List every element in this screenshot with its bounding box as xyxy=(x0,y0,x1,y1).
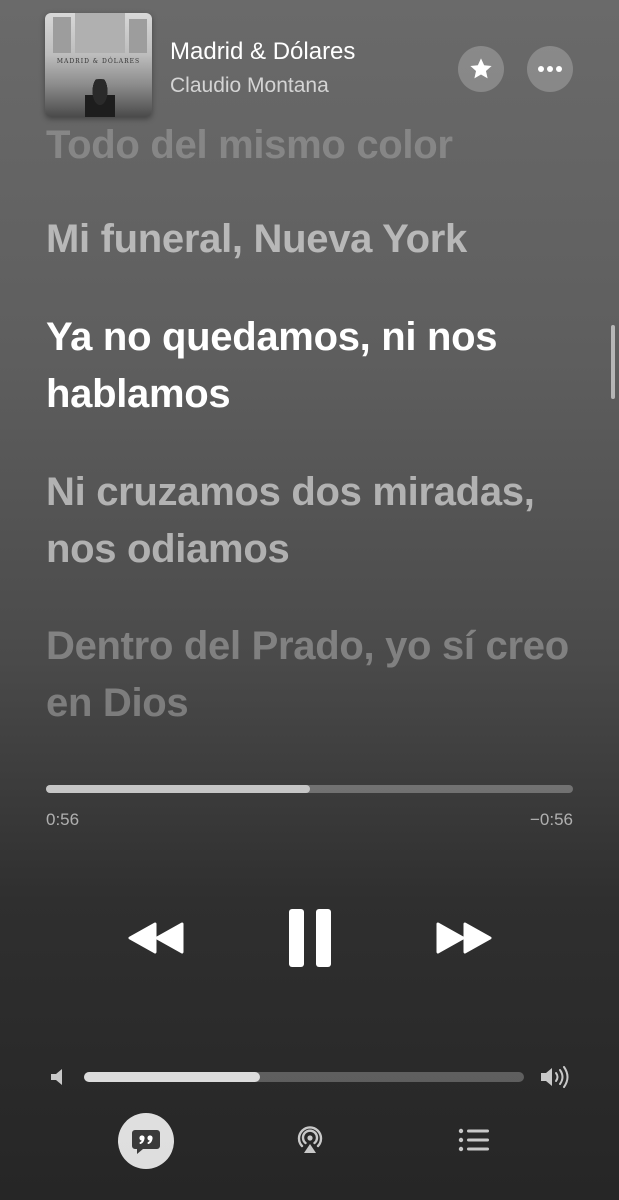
artwork-building xyxy=(53,17,71,53)
rewind-button[interactable] xyxy=(120,906,192,970)
artwork-building xyxy=(129,19,147,53)
remaining-time: −0:56 xyxy=(529,810,573,829)
fast-forward-icon xyxy=(436,922,492,954)
lyric-line[interactable]: Ni cruzamos dos miradas, nos odiamos xyxy=(46,464,586,578)
ellipsis-icon xyxy=(538,66,562,72)
volume-high-icon xyxy=(538,1064,572,1090)
airplay-audio-icon xyxy=(297,1126,323,1153)
lyric-line[interactable]: Dentro del Prado, yo sí creo en Dios xyxy=(46,618,586,732)
playback-progress-fill xyxy=(46,785,310,793)
artist-name[interactable]: Claudio Montana xyxy=(170,74,329,98)
playback-scrubber[interactable] xyxy=(46,785,573,793)
lyric-line[interactable]: Mi funeral, Nueva York xyxy=(46,211,586,268)
song-title[interactable]: Madrid & Dólares xyxy=(170,38,355,66)
favorite-button[interactable] xyxy=(458,46,504,92)
volume-slider-fill xyxy=(84,1072,260,1082)
queue-button[interactable] xyxy=(452,1118,496,1162)
volume-low-icon xyxy=(48,1066,68,1088)
rewind-icon xyxy=(128,922,184,954)
more-options-button[interactable] xyxy=(527,46,573,92)
airplay-button[interactable] xyxy=(288,1118,332,1162)
pause-button[interactable] xyxy=(280,900,340,976)
lyric-line-active[interactable]: Ya no quedamos, ni nos hablamos xyxy=(46,309,586,423)
lyric-line[interactable]: Todo del mismo color xyxy=(46,117,586,174)
fast-forward-button[interactable] xyxy=(428,906,500,970)
quote-bubble-icon xyxy=(132,1130,160,1154)
elapsed-time: 0:56 xyxy=(46,810,80,829)
album-artwork[interactable]: MADRID & DÓLARES xyxy=(45,13,152,117)
album-art-title: MADRID & DÓLARES xyxy=(56,58,141,65)
artwork-person xyxy=(85,79,115,117)
lyrics-scrollbar[interactable] xyxy=(611,325,615,399)
artwork-building xyxy=(75,13,125,53)
lyrics-button[interactable] xyxy=(118,1113,174,1169)
star-icon xyxy=(470,58,492,79)
pause-icon xyxy=(289,909,331,967)
volume-slider[interactable] xyxy=(84,1072,524,1082)
list-icon xyxy=(458,1128,489,1152)
